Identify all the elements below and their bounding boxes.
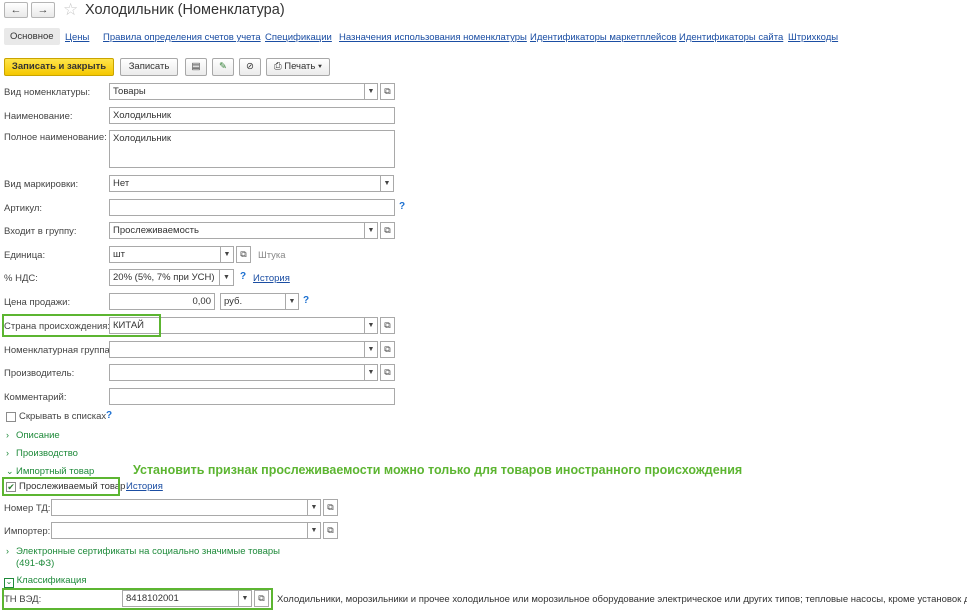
customs-number-label: Номер ТД:	[4, 503, 51, 514]
unit-dropdown-icon[interactable]: ▼	[221, 246, 234, 263]
tab-prices[interactable]: Цены	[65, 32, 89, 43]
chevron-down-icon: ⌄	[4, 577, 14, 588]
group-label: Входит в группу:	[4, 226, 77, 237]
tab-barcodes[interactable]: Штрихкоды	[788, 32, 838, 43]
vat-history-link[interactable]: История	[253, 273, 290, 284]
chevron-down-icon: ⌄	[6, 466, 14, 476]
tab-site-ids[interactable]: Идентификаторы сайта	[679, 32, 783, 43]
section-description-label: Описание	[16, 430, 60, 441]
nom-group-open-icon[interactable]: ⧉	[380, 341, 395, 358]
price-field[interactable]: 0,00	[109, 293, 215, 310]
tnved-highlight-frame	[2, 588, 273, 610]
name-label: Наименование:	[4, 111, 73, 122]
favorite-star-icon[interactable]: ☆	[63, 0, 78, 20]
country-open-icon[interactable]: ⧉	[380, 317, 395, 334]
marking-label: Вид маркировки:	[4, 179, 79, 190]
article-field[interactable]	[109, 199, 395, 216]
chevron-down-icon: ▾	[318, 61, 322, 72]
kind-label: Вид номенклатуры:	[4, 87, 91, 98]
group-open-icon[interactable]: ⧉	[380, 222, 395, 239]
group-dropdown-icon[interactable]: ▼	[365, 222, 378, 239]
hide-in-lists-checkbox[interactable]	[6, 412, 16, 422]
kind-dropdown-icon[interactable]: ▼	[365, 83, 378, 100]
producer-open-icon[interactable]: ⧉	[380, 364, 395, 381]
section-certificates[interactable]: › Электронные сертификаты на социально зн…	[6, 546, 280, 557]
currency-dropdown-icon[interactable]: ▼	[286, 293, 299, 310]
article-help-icon[interactable]: ?	[399, 201, 405, 212]
comment-label: Комментарий:	[4, 392, 67, 403]
nom-group-field[interactable]	[109, 341, 365, 358]
report-icon[interactable]: ▤	[185, 58, 207, 76]
tab-usage-purposes[interactable]: Назначения использования номенклатуры	[339, 32, 527, 43]
comment-field[interactable]	[109, 388, 395, 405]
producer-label: Производитель:	[4, 368, 75, 379]
importer-open-icon[interactable]: ⧉	[323, 522, 338, 539]
vat-help-icon[interactable]: ?	[240, 271, 246, 282]
country-dropdown-icon[interactable]: ▼	[365, 317, 378, 334]
kind-field[interactable]: Товары	[109, 83, 365, 100]
nom-group-label: Номенклатурная группа:	[4, 345, 113, 356]
chevron-right-icon: ›	[6, 448, 9, 458]
customs-number-field[interactable]	[51, 499, 308, 516]
section-classification-label: Классификация	[16, 575, 87, 586]
group-field[interactable]: Прослеживаемость	[109, 222, 365, 239]
kind-open-icon[interactable]: ⧉	[380, 83, 395, 100]
price-help-icon[interactable]: ?	[303, 295, 309, 306]
back-button[interactable]: ←	[4, 2, 28, 18]
section-certificates-law: (491-ФЗ)	[16, 558, 55, 569]
unit-field[interactable]: шт	[109, 246, 221, 263]
currency-field[interactable]: руб.	[220, 293, 286, 310]
attach-icon[interactable]: ⊘	[239, 58, 261, 76]
section-production-label: Производство	[16, 448, 78, 459]
importer-label: Импортер:	[4, 526, 51, 537]
nom-group-dropdown-icon[interactable]: ▼	[365, 341, 378, 358]
chevron-right-icon: ›	[6, 546, 9, 556]
name-field[interactable]: Холодильник	[109, 107, 395, 124]
producer-dropdown-icon[interactable]: ▼	[365, 364, 378, 381]
importer-field[interactable]	[51, 522, 308, 539]
section-import-label: Импортный товар	[16, 466, 95, 477]
unit-open-icon[interactable]: ⧉	[236, 246, 251, 263]
section-classification[interactable]: ⌄ Классификация	[4, 575, 87, 588]
save-button[interactable]: Записать	[120, 58, 178, 76]
annotation-text: Установить признак прослеживаемости можн…	[133, 463, 743, 477]
hide-in-lists-label: Скрывать в списках	[19, 411, 107, 422]
print-button[interactable]: ⎙ Печать ▾	[266, 58, 330, 76]
producer-field[interactable]	[109, 364, 365, 381]
printer-icon: ⎙	[273, 61, 282, 72]
tab-main[interactable]: Основное	[4, 28, 60, 45]
vat-label: % НДС:	[4, 273, 38, 284]
unit-label: Единица:	[4, 250, 46, 261]
traceable-highlight-frame	[2, 477, 120, 496]
unit-hint: Штука	[258, 250, 286, 261]
section-description[interactable]: › Описание	[6, 430, 60, 441]
chevron-right-icon: ›	[6, 430, 9, 440]
full-name-label: Полное наименование:	[4, 132, 107, 143]
vat-dropdown-icon[interactable]: ▼	[220, 269, 234, 286]
customs-number-open-icon[interactable]: ⧉	[323, 499, 338, 516]
vat-field[interactable]: 20% (5%, 7% при УСН)	[109, 269, 220, 286]
country-highlight-frame	[2, 314, 161, 337]
print-label: Печать	[284, 61, 316, 72]
page-title: Холодильник (Номенклатура)	[85, 2, 285, 18]
importer-dropdown-icon[interactable]: ▼	[308, 522, 321, 539]
section-production[interactable]: › Производство	[6, 448, 78, 459]
price-label: Цена продажи:	[4, 297, 71, 308]
section-import[interactable]: ⌄ Импортный товар	[6, 466, 94, 477]
save-and-close-button[interactable]: Записать и закрыть	[4, 58, 114, 76]
traceable-history-link[interactable]: История	[126, 481, 163, 492]
tab-marketplace-ids[interactable]: Идентификаторы маркетплейсов	[530, 32, 677, 43]
marking-field[interactable]: Нет	[109, 175, 381, 192]
article-label: Артикул:	[4, 203, 43, 214]
tab-account-rules[interactable]: Правила определения счетов учета	[103, 32, 261, 43]
section-certificates-label: Электронные сертификаты на социально зна…	[16, 546, 280, 557]
hide-in-lists-help-icon[interactable]: ?	[106, 410, 112, 421]
customs-number-dropdown-icon[interactable]: ▼	[308, 499, 321, 516]
edit-icon[interactable]: ✎	[212, 58, 234, 76]
tab-specifications[interactable]: Спецификации	[265, 32, 332, 43]
full-name-field[interactable]: Холодильник	[109, 130, 395, 168]
forward-button[interactable]: →	[31, 2, 55, 18]
tnved-description: Холодильники, морозильники и прочее холо…	[277, 594, 967, 605]
marking-dropdown-icon[interactable]: ▼	[381, 175, 394, 192]
